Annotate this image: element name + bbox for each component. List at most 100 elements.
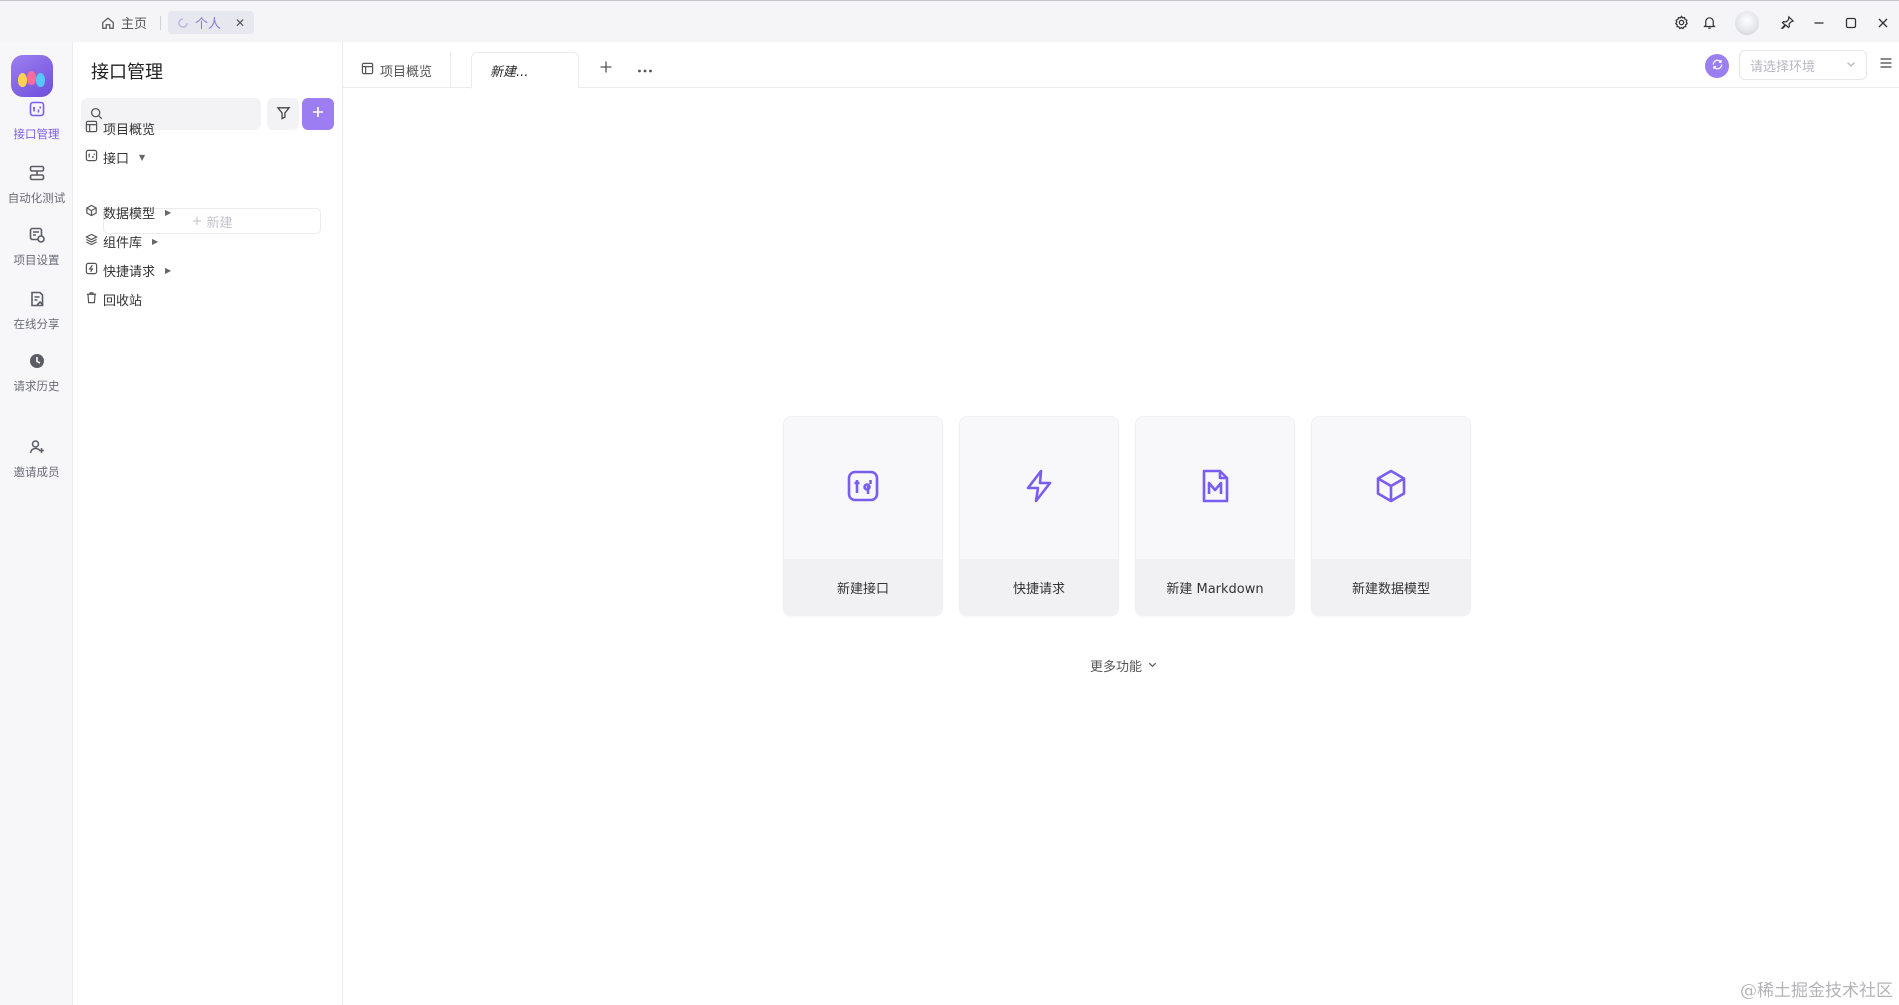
tab-project-overview[interactable]: 项目概览 [343, 52, 452, 88]
tree-item-label: 项目概览 [103, 122, 156, 138]
add-button[interactable] [302, 98, 334, 130]
api-icon [844, 467, 882, 509]
caret-right-icon[interactable]: ▶ [165, 266, 171, 275]
tab-new[interactable]: 新建... [471, 52, 579, 89]
close-window-icon[interactable] [1869, 11, 1897, 34]
sync-icon [1711, 58, 1724, 75]
lightning-icon [1020, 467, 1058, 509]
card-icon-area [784, 417, 942, 559]
tree-item-quick-request[interactable]: 快捷请求 ▶ [85, 260, 171, 280]
card-label: 快捷请求 [960, 559, 1118, 615]
home-tab[interactable]: 主页 [92, 11, 156, 34]
plus-icon: + [191, 213, 203, 229]
home-tab-label: 主页 [121, 17, 148, 32]
api-icon [85, 149, 98, 166]
rail-item-online-share[interactable]: 在线分享 [0, 290, 73, 332]
environment-placeholder: 请选择环境 [1750, 59, 1816, 75]
loading-icon [177, 17, 189, 29]
app-logo-icon[interactable] [11, 55, 53, 97]
rail-item-label: 在线分享 [13, 317, 60, 331]
overview-icon [361, 62, 374, 79]
chevron-down-icon [1148, 658, 1157, 673]
main-tab-bar: 项目概览 新建... 请选择环境 [343, 42, 1899, 89]
project-settings-icon [28, 226, 46, 247]
rail-item-project-settings[interactable]: 项目设置 [0, 226, 73, 268]
notification-bell-icon[interactable] [1695, 11, 1723, 34]
add-tab-button[interactable] [593, 56, 619, 82]
rail-item-label: 邀请成员 [13, 465, 60, 479]
filter-button[interactable] [267, 98, 299, 130]
rail-item-automation-test[interactable]: 自动化测试 [0, 164, 73, 206]
rail-item-label: 接口管理 [13, 127, 60, 141]
title-bar-controls [1667, 10, 1899, 35]
tab-label: 项目概览 [380, 64, 433, 80]
rail-item-invite-member[interactable]: 邀请成员 [0, 438, 73, 480]
automation-icon [28, 164, 46, 185]
app-window: 主页 个人 ✕ 接口管理 自动化测试 项目设置 在线分享 请求历史 邀请成员 接… [0, 0, 1899, 1005]
watermark: @稀土掘金技术社区 [1740, 981, 1893, 1001]
card-icon-area [1312, 417, 1470, 559]
card-quick-request[interactable]: 快捷请求 [959, 416, 1119, 616]
lightning-icon [85, 262, 98, 279]
rail-item-api-management[interactable]: 接口管理 [0, 100, 73, 142]
personal-tab[interactable]: 个人 ✕ [168, 11, 255, 34]
layers-icon [85, 233, 98, 250]
environment-menu-button[interactable] [1875, 54, 1897, 76]
title-bar: 主页 个人 ✕ [0, 0, 1899, 42]
environment-select[interactable]: 请选择环境 [1739, 50, 1867, 80]
api-management-sidebar: 接口管理 项目概览 接口 ▼ + 新建 数据模型 ▶ 组件库 ▶ 快捷请求 ▶ … [73, 42, 343, 1005]
card-icon-area [960, 417, 1118, 559]
settings-gear-icon[interactable] [1667, 11, 1695, 34]
caret-down-icon[interactable]: ▼ [139, 153, 145, 162]
card-new-api[interactable]: 新建接口 [783, 416, 943, 616]
card-label: 新建 Markdown [1136, 559, 1294, 615]
tree-item-label: 接口 [103, 151, 130, 167]
card-label: 新建接口 [784, 559, 942, 615]
tree-item-recycle-bin[interactable]: 回收站 [85, 289, 142, 309]
tree-item-label: 数据模型 [103, 206, 156, 222]
sidebar-title: 接口管理 [91, 62, 163, 83]
cube-icon [85, 204, 98, 221]
rail-item-request-history[interactable]: 请求历史 [0, 352, 73, 394]
maximize-icon[interactable] [1837, 11, 1865, 34]
plus-icon [311, 105, 325, 123]
more-horizontal-icon [637, 61, 653, 77]
tab-label: 新建... [490, 65, 529, 80]
plus-icon [599, 60, 613, 78]
more-features-label: 更多功能 [1090, 660, 1143, 675]
caret-right-icon[interactable]: ▶ [165, 208, 171, 217]
tree-item-data-model[interactable]: 数据模型 ▶ [85, 202, 171, 222]
tree-item-label: 快捷请求 [103, 264, 156, 280]
pin-icon[interactable] [1773, 11, 1801, 34]
tree-item-label: 回收站 [103, 293, 143, 309]
card-new-markdown[interactable]: 新建 Markdown [1135, 416, 1295, 616]
trash-icon [85, 291, 98, 308]
new-api-label: 新建 [206, 215, 233, 231]
user-avatar[interactable] [1735, 10, 1759, 35]
environment-sync-button[interactable] [1705, 54, 1729, 78]
tree-item-project-overview[interactable]: 项目概览 [85, 118, 155, 138]
more-features-toggle[interactable]: 更多功能 [1090, 656, 1157, 675]
caret-right-icon[interactable]: ▶ [152, 237, 158, 246]
quick-create-cards: 新建接口 快捷请求 新建 Markdown 新建数据模型 [783, 416, 1471, 616]
main-content: 项目概览 新建... 请选择环境 新建接口 快捷请求 新建 Markdown 新… [343, 42, 1899, 1005]
more-tabs-button[interactable] [632, 56, 658, 82]
card-label: 新建数据模型 [1312, 559, 1470, 615]
cube-icon [1372, 467, 1410, 509]
rail-item-label: 项目设置 [13, 253, 60, 267]
close-tab-icon[interactable]: ✕ [235, 16, 245, 30]
tree-item-label: 组件库 [103, 235, 143, 251]
overview-icon [85, 120, 98, 137]
card-icon-area [1136, 417, 1294, 559]
tree-item-component-library[interactable]: 组件库 ▶ [85, 231, 158, 251]
filter-icon [275, 105, 291, 124]
minimize-icon[interactable] [1805, 11, 1833, 34]
tree-item-api[interactable]: 接口 ▼ [85, 147, 145, 167]
menu-lines-icon [1879, 57, 1893, 73]
card-new-data-model[interactable]: 新建数据模型 [1311, 416, 1471, 616]
home-icon [101, 16, 115, 30]
rail-item-label: 自动化测试 [7, 191, 66, 205]
title-tab-divider [160, 16, 161, 30]
markdown-icon [1196, 467, 1234, 509]
rail-item-label: 请求历史 [13, 379, 60, 393]
